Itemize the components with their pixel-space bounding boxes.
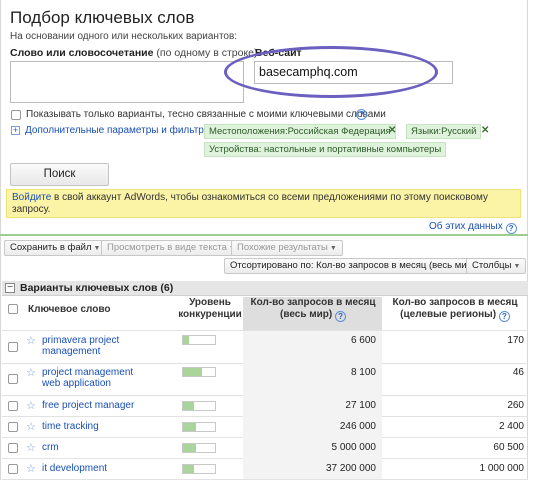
- local-searches-value: 170: [507, 335, 524, 346]
- competition-bar-fill: [183, 336, 189, 344]
- about-data-label: Об этих данных: [429, 221, 503, 232]
- competition-bar: [182, 400, 216, 411]
- col-competition[interactable]: Уровень конкуренции: [175, 297, 245, 321]
- keyword-textarea[interactable]: [10, 61, 244, 103]
- col-keyword[interactable]: Ключевое слово: [28, 304, 110, 316]
- row-checkbox[interactable]: [8, 442, 18, 453]
- global-searches-value: 37 200 000: [325, 462, 376, 474]
- global-searches-value: 27 100: [345, 399, 376, 411]
- expand-plus-icon[interactable]: +: [11, 126, 20, 135]
- global-searches-value: 8 100: [350, 367, 376, 378]
- competition-bar: [182, 421, 216, 432]
- filter-chip-location: Местоположения:Российская Федерация: [204, 124, 396, 139]
- related-only-label: Показывать только варианты, тесно связан…: [26, 109, 386, 120]
- keyword-link[interactable]: crm: [42, 442, 182, 453]
- competition-bar-fill: [183, 368, 202, 376]
- about-data-link[interactable]: Об этих данных ?: [429, 221, 517, 234]
- help-icon[interactable]: ?: [356, 109, 367, 120]
- chevron-down-icon: ▼: [513, 263, 521, 270]
- about-data-help-icon: ?: [505, 223, 517, 234]
- columns-dropdown[interactable]: Столбцы ▼: [466, 258, 527, 274]
- row-checkbox[interactable]: [8, 374, 18, 384]
- remove-language-icon[interactable]: ✕: [481, 125, 489, 136]
- chevron-down-icon: ▼: [329, 245, 337, 252]
- signin-link[interactable]: Войдите: [12, 192, 51, 203]
- local-searches-value: 260: [507, 399, 524, 411]
- related-only-checkbox[interactable]: [11, 110, 21, 120]
- keyword-link[interactable]: it development: [42, 463, 182, 474]
- competition-bar: [182, 367, 216, 377]
- filter-chip-label: Устройства: настольные и портативные ком…: [209, 144, 442, 155]
- search-button[interactable]: Поиск: [10, 163, 109, 186]
- filter-chip-label: Местоположения:Российская Федерация: [209, 126, 391, 137]
- keyword-label-text: Слово или словосочетание: [10, 47, 154, 59]
- page-title: Подбор ключевых слов: [10, 8, 195, 27]
- similar-results-button[interactable]: Похожие результаты ▼: [231, 240, 343, 256]
- columns-label: Столбцы: [472, 260, 512, 271]
- col-global-label: Кол-во запросов в месяц (весь мир): [250, 297, 376, 320]
- competition-bar-fill: [183, 464, 194, 473]
- group-title: Варианты ключевых слов (6): [20, 282, 174, 294]
- star-icon[interactable]: ☆: [26, 420, 36, 433]
- select-all-checkbox[interactable]: [8, 304, 18, 314]
- row-checkbox[interactable]: [8, 342, 18, 352]
- sort-label: Отсортировано по: Кол-во запросов в меся…: [230, 260, 476, 271]
- competition-bar-fill: [183, 443, 196, 452]
- chevron-down-icon: ▼: [93, 245, 101, 252]
- col-global-searches[interactable]: Кол-во запросов в месяц (весь мир) ?: [250, 297, 376, 322]
- row-checkbox[interactable]: [8, 463, 18, 474]
- keyword-link[interactable]: project management web application: [42, 367, 152, 389]
- competition-bar: [182, 463, 216, 474]
- keyword-link[interactable]: primavera project management: [42, 335, 152, 357]
- row-checkbox[interactable]: [8, 421, 18, 432]
- star-icon[interactable]: ☆: [26, 399, 36, 412]
- remove-location-icon[interactable]: ✕: [388, 125, 396, 136]
- view-as-text-button[interactable]: Просмотреть в виде текста▼: [101, 240, 242, 256]
- global-searches-value: 5 000 000: [331, 441, 377, 453]
- filter-chip-label: Языки:Русский: [411, 126, 477, 137]
- star-icon[interactable]: ☆: [26, 334, 36, 347]
- star-icon[interactable]: ☆: [26, 462, 36, 475]
- competition-bar: [182, 335, 216, 345]
- row-checkbox[interactable]: [8, 400, 18, 411]
- keyword-link[interactable]: time tracking: [42, 421, 182, 432]
- col-local-searches[interactable]: Кол-во запросов в месяц (целевые регионы…: [384, 297, 526, 322]
- similar-results-label: Похожие результаты: [237, 242, 328, 253]
- keyword-link[interactable]: free project manager: [42, 400, 182, 411]
- local-searches-value: 60 500: [493, 441, 524, 453]
- local-help-icon: ?: [498, 311, 510, 322]
- results-divider: [0, 234, 528, 236]
- highlight-oval: [224, 46, 438, 98]
- global-searches-value: 6 600: [350, 335, 376, 346]
- signin-notice: Войдите в свой аккаунт AdWords, чтобы оз…: [6, 189, 521, 218]
- star-icon[interactable]: ☆: [26, 441, 36, 454]
- competition-bar: [182, 442, 216, 453]
- save-to-file-button[interactable]: Сохранить в файл ▼: [4, 240, 107, 256]
- local-searches-value: 2 400: [498, 420, 524, 432]
- view-as-text-label: Просмотреть в виде текста: [107, 242, 227, 253]
- sort-dropdown[interactable]: Отсортировано по: Кол-во запросов в меся…: [224, 258, 490, 274]
- keyword-label: Слово или словосочетание (по одному в ст…: [10, 47, 258, 59]
- advanced-options-link[interactable]: Дополнительные параметры и фильтры: [25, 125, 211, 136]
- global-searches-value: 246 000: [339, 420, 376, 432]
- page-subtitle: На основании одного или нескольких вариа…: [10, 31, 238, 42]
- filter-chip-devices: Устройства: настольные и портативные ком…: [204, 142, 447, 157]
- local-searches-value: 1 000 000: [479, 462, 525, 474]
- star-icon[interactable]: ☆: [26, 366, 36, 379]
- local-searches-value: 46: [512, 367, 524, 378]
- competition-bar-fill: [183, 401, 194, 410]
- keyword-ideas-group-header: − Варианты ключевых слов (6): [2, 281, 528, 296]
- filter-chip-language: Языки:Русский: [406, 124, 482, 139]
- save-to-file-label: Сохранить в файл: [10, 242, 92, 253]
- signin-notice-text: в свой аккаунт AdWords, чтобы ознакомить…: [12, 192, 488, 215]
- collapse-minus-icon[interactable]: −: [5, 283, 15, 293]
- competition-bar-fill: [183, 422, 196, 431]
- global-help-icon: ?: [335, 311, 347, 322]
